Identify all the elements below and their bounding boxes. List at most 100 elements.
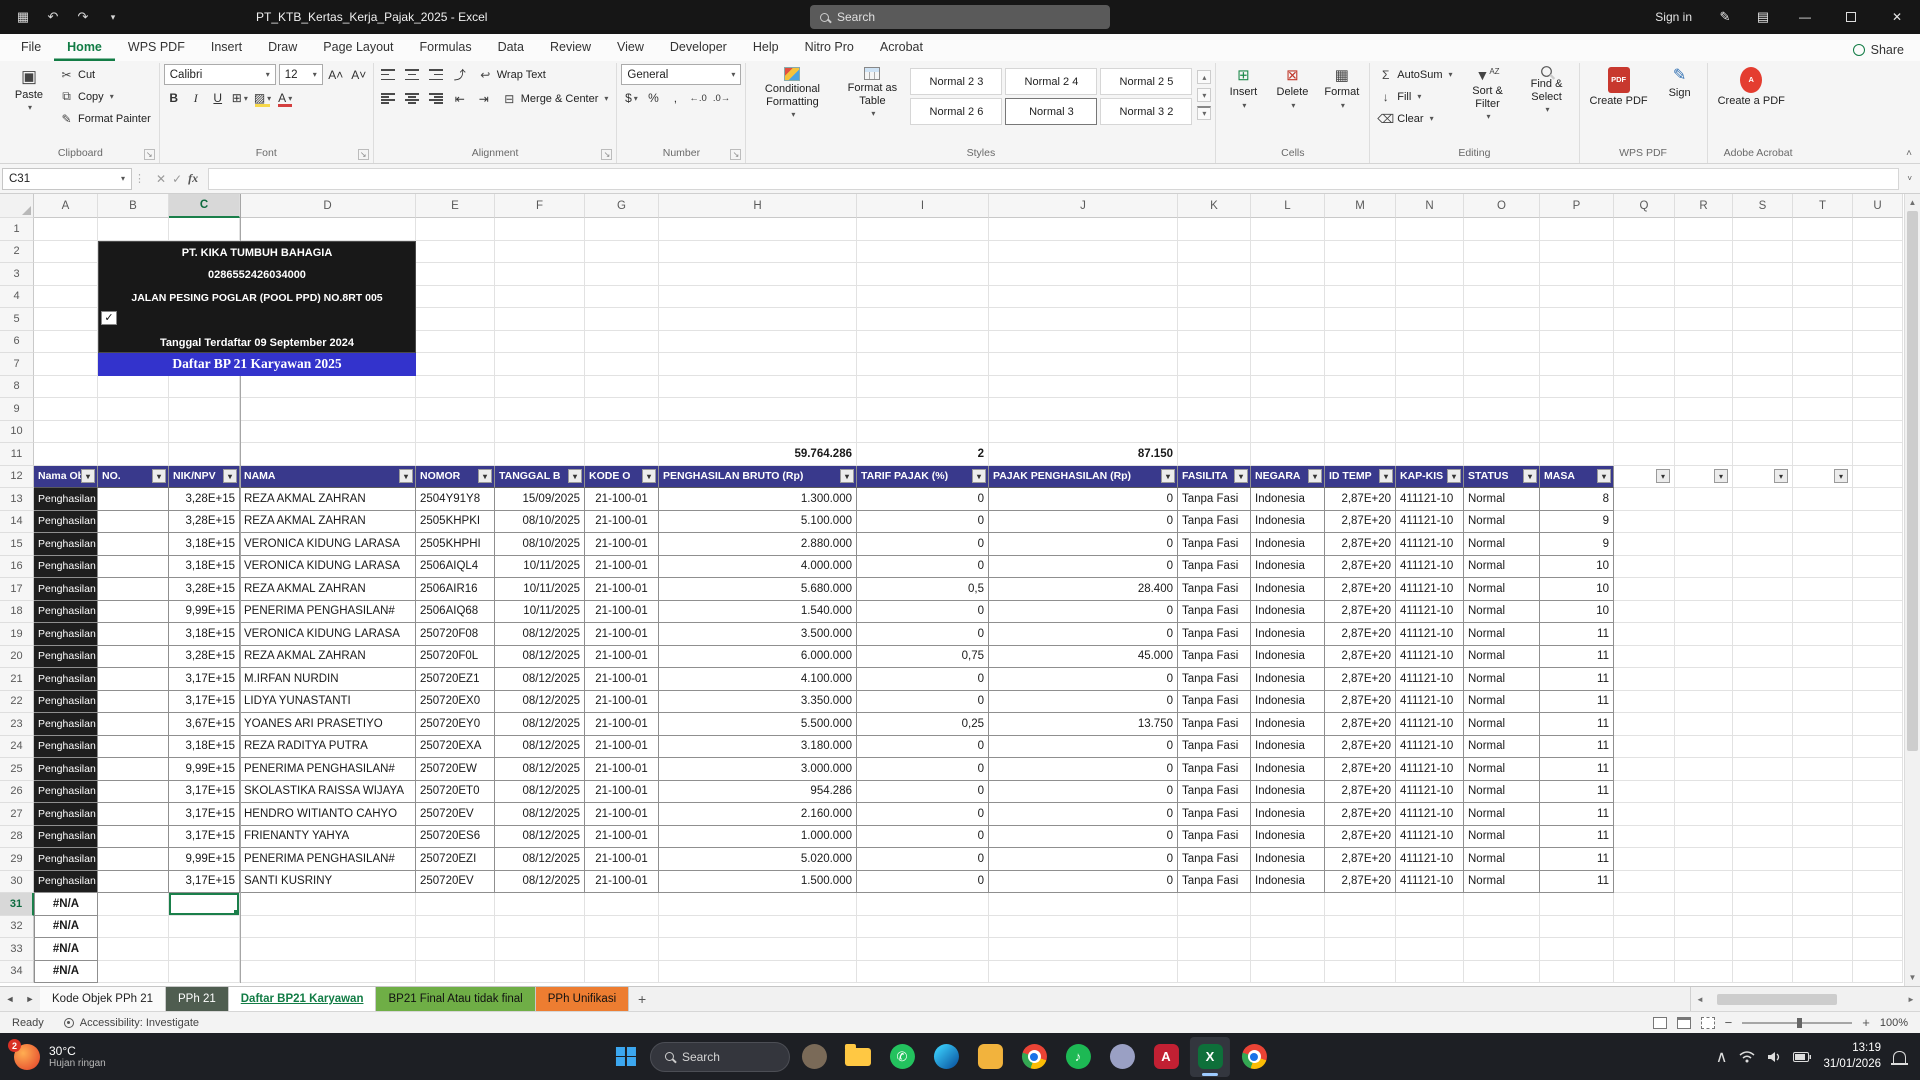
cell-O2[interactable] bbox=[1464, 241, 1540, 264]
cell-H4[interactable] bbox=[659, 286, 857, 309]
cell-B9[interactable] bbox=[98, 398, 169, 421]
cell-N32[interactable] bbox=[1396, 916, 1464, 939]
insert-cells-button[interactable]: ⊞Insert▾ bbox=[1220, 64, 1266, 113]
cell-R23[interactable] bbox=[1675, 713, 1733, 736]
cell-S27[interactable] bbox=[1733, 803, 1793, 826]
middle-align-button[interactable] bbox=[402, 65, 422, 85]
filter-button-I[interactable]: ▾ bbox=[972, 469, 986, 483]
cell-N28[interactable]: 411121-10 bbox=[1396, 826, 1464, 849]
cell-A32[interactable]: #N/A bbox=[34, 916, 98, 939]
cell-R31[interactable] bbox=[1675, 893, 1733, 916]
cell-E24[interactable]: 250720EXA bbox=[416, 736, 495, 759]
cell-I20[interactable]: 0,75 bbox=[857, 646, 989, 669]
cell-M2[interactable] bbox=[1325, 241, 1396, 264]
cell-D12[interactable]: NAMA▾ bbox=[240, 466, 416, 489]
cell-F16[interactable]: 10/11/2025 bbox=[495, 556, 585, 579]
cell-E34[interactable] bbox=[416, 961, 495, 984]
cell-K33[interactable] bbox=[1178, 938, 1251, 961]
cell-I9[interactable] bbox=[857, 398, 989, 421]
row-header-16[interactable]: 16 bbox=[0, 556, 34, 579]
cell-I27[interactable]: 0 bbox=[857, 803, 989, 826]
cell-O31[interactable] bbox=[1464, 893, 1540, 916]
cell-F17[interactable]: 10/11/2025 bbox=[495, 578, 585, 601]
cell-Q27[interactable] bbox=[1614, 803, 1675, 826]
cell-Q18[interactable] bbox=[1614, 601, 1675, 624]
cell-style-normal-2-6[interactable]: Normal 2 6 bbox=[910, 98, 1002, 125]
cell-A12[interactable]: Nama Ob▾ bbox=[34, 466, 98, 489]
decrease-font-button[interactable]: A˅ bbox=[349, 65, 369, 85]
row-header-7[interactable]: 7 bbox=[0, 353, 34, 376]
cell-O30[interactable]: Normal bbox=[1464, 871, 1540, 894]
cell-I32[interactable] bbox=[857, 916, 989, 939]
weather-widget[interactable]: 2 30°C Hujan ringan bbox=[0, 1033, 120, 1080]
cell-J4[interactable] bbox=[989, 286, 1178, 309]
cell-M22[interactable]: 2,87E+20 bbox=[1325, 691, 1396, 714]
cell-P5[interactable] bbox=[1540, 308, 1614, 331]
cell-C33[interactable] bbox=[169, 938, 240, 961]
cell-U16[interactable] bbox=[1853, 556, 1903, 579]
cell-S11[interactable] bbox=[1733, 443, 1793, 466]
cell-M10[interactable] bbox=[1325, 421, 1396, 444]
cell-R33[interactable] bbox=[1675, 938, 1733, 961]
pen-icon[interactable]: ✎ bbox=[1706, 0, 1744, 34]
cell-U29[interactable] bbox=[1853, 848, 1903, 871]
cell-E12[interactable]: NOMOR▾ bbox=[416, 466, 495, 489]
cell-U26[interactable] bbox=[1853, 781, 1903, 804]
taskbar-app-amber-app[interactable] bbox=[970, 1037, 1010, 1077]
cell-L24[interactable]: Indonesia bbox=[1251, 736, 1325, 759]
cell-H2[interactable] bbox=[659, 241, 857, 264]
cell-H22[interactable]: 3.350.000 bbox=[659, 691, 857, 714]
cell-D14[interactable]: REZA AKMAL ZAHRAN bbox=[240, 511, 416, 534]
cut-button[interactable]: ✂Cut bbox=[55, 64, 155, 85]
cell-C12[interactable]: NIK/NPV▾ bbox=[169, 466, 240, 489]
filter-button-T[interactable]: ▾ bbox=[1834, 469, 1848, 483]
cell-M19[interactable]: 2,87E+20 bbox=[1325, 623, 1396, 646]
cell-P23[interactable]: 11 bbox=[1540, 713, 1614, 736]
cell-A17[interactable]: Penghasilan yang diter bbox=[34, 578, 98, 601]
cell-U24[interactable] bbox=[1853, 736, 1903, 759]
cell-O13[interactable]: Normal bbox=[1464, 488, 1540, 511]
cell-T24[interactable] bbox=[1793, 736, 1853, 759]
cell-G28[interactable]: 21-100-01 bbox=[585, 826, 659, 849]
confirm-entry-button[interactable]: ✓ bbox=[172, 172, 182, 186]
cell-A11[interactable] bbox=[34, 443, 98, 466]
cell-T3[interactable] bbox=[1793, 263, 1853, 286]
taskbar-app-adobe-app[interactable]: A bbox=[1146, 1037, 1186, 1077]
cell-T31[interactable] bbox=[1793, 893, 1853, 916]
cell-S29[interactable] bbox=[1733, 848, 1793, 871]
delete-cells-button[interactable]: ⊠Delete▾ bbox=[1269, 64, 1315, 113]
cell-M27[interactable]: 2,87E+20 bbox=[1325, 803, 1396, 826]
cell-E18[interactable]: 2506AIQ68 bbox=[416, 601, 495, 624]
cell-J2[interactable] bbox=[989, 241, 1178, 264]
cell-N7[interactable] bbox=[1396, 353, 1464, 376]
cell-B20[interactable] bbox=[98, 646, 169, 669]
column-header-Q[interactable]: Q bbox=[1614, 194, 1675, 218]
clear-button[interactable]: ⌫Clear▾ bbox=[1374, 108, 1456, 129]
cell-H23[interactable]: 5.500.000 bbox=[659, 713, 857, 736]
hidden-icons-chevron[interactable]: ∧ bbox=[1716, 1047, 1728, 1067]
cell-G3[interactable] bbox=[585, 263, 659, 286]
cell-N26[interactable]: 411121-10 bbox=[1396, 781, 1464, 804]
cell-P3[interactable] bbox=[1540, 263, 1614, 286]
cell-B31[interactable] bbox=[98, 893, 169, 916]
cell-K15[interactable]: Tanpa Fasi bbox=[1178, 533, 1251, 556]
cell-L12[interactable]: NEGARA▾ bbox=[1251, 466, 1325, 489]
column-header-T[interactable]: T bbox=[1793, 194, 1853, 218]
sign-in-button[interactable]: Sign in bbox=[1641, 10, 1706, 24]
cell-J8[interactable] bbox=[989, 376, 1178, 399]
increase-decimal-button[interactable]: ←.0 bbox=[687, 88, 708, 108]
cell-J30[interactable]: 0 bbox=[989, 871, 1178, 894]
cell-R18[interactable] bbox=[1675, 601, 1733, 624]
cell-R21[interactable] bbox=[1675, 668, 1733, 691]
column-header-L[interactable]: L bbox=[1251, 194, 1325, 218]
cell-A24[interactable]: Penghasilan yang diter bbox=[34, 736, 98, 759]
cell-M7[interactable] bbox=[1325, 353, 1396, 376]
cell-C25[interactable]: 9,99E+15 bbox=[169, 758, 240, 781]
filter-button-K[interactable]: ▾ bbox=[1234, 469, 1248, 483]
cell-K8[interactable] bbox=[1178, 376, 1251, 399]
cell-K18[interactable]: Tanpa Fasi bbox=[1178, 601, 1251, 624]
cell-L1[interactable] bbox=[1251, 218, 1325, 241]
cell-F13[interactable]: 15/09/2025 bbox=[495, 488, 585, 511]
cell-K22[interactable]: Tanpa Fasi bbox=[1178, 691, 1251, 714]
cell-P30[interactable]: 11 bbox=[1540, 871, 1614, 894]
